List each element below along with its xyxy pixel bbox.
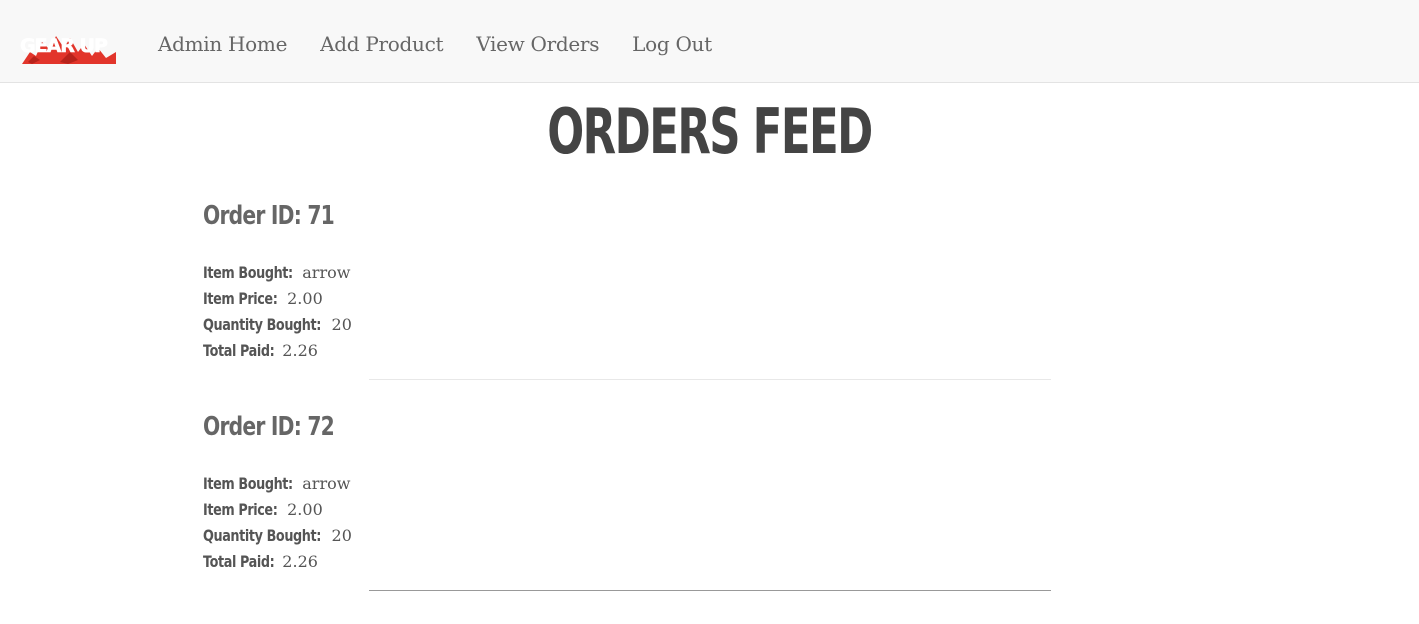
navbar: GEAR UP Admin Home Add Product View Orde…	[0, 0, 1419, 83]
item-price-row: Item Price: 2.00	[203, 497, 352, 523]
brand-logo[interactable]: GEAR UP	[20, 22, 120, 66]
item-bought-label: Item Bought:	[203, 474, 293, 493]
logo-lettering: GEAR UP	[20, 35, 108, 57]
quantity-bought-value: 20	[326, 526, 352, 545]
nav-link-admin-home[interactable]: Admin Home	[158, 30, 287, 58]
item-price-label: Item Price:	[203, 500, 278, 519]
nav-link-log-out[interactable]: Log Out	[632, 30, 712, 58]
nav-links: Admin Home Add Product View Orders Log O…	[158, 30, 745, 58]
total-paid-label: Total Paid:	[203, 341, 275, 360]
total-paid-row: Total Paid: 2.26	[203, 549, 352, 575]
total-paid-row: Total Paid: 2.26	[203, 338, 352, 364]
order-details: Item Bought: arrow Item Price: 2.00 Quan…	[203, 471, 352, 575]
order-divider	[369, 590, 1051, 591]
item-price-row: Item Price: 2.00	[203, 286, 352, 312]
order-card: Order ID: 71 Item Bought: arrow Item Pri…	[203, 198, 1053, 360]
order-details: Item Bought: arrow Item Price: 2.00 Quan…	[203, 260, 352, 364]
quantity-bought-value: 20	[326, 315, 352, 334]
total-paid-label: Total Paid:	[203, 552, 275, 571]
item-bought-row: Item Bought: arrow	[203, 260, 352, 286]
item-price-label: Item Price:	[203, 289, 278, 308]
total-paid-value: 2.26	[277, 341, 318, 360]
item-bought-row: Item Bought: arrow	[203, 471, 352, 497]
total-paid-value: 2.26	[277, 552, 318, 571]
order-id-heading: Order ID: 71	[203, 201, 335, 231]
item-bought-label: Item Bought:	[203, 263, 293, 282]
nav-link-view-orders[interactable]: View Orders	[476, 30, 599, 58]
order-card: Order ID: 72 Item Bought: arrow Item Pri…	[203, 409, 1053, 571]
quantity-bought-row: Quantity Bought: 20	[203, 312, 352, 338]
item-bought-value: arrow	[297, 474, 351, 493]
quantity-bought-label: Quantity Bought:	[203, 315, 321, 334]
item-price-value: 2.00	[282, 500, 323, 519]
nav-link-add-product[interactable]: Add Product	[320, 30, 443, 58]
quantity-bought-row: Quantity Bought: 20	[203, 523, 352, 549]
item-price-value: 2.00	[282, 289, 323, 308]
order-divider	[369, 379, 1051, 380]
item-bought-value: arrow	[297, 263, 351, 282]
quantity-bought-label: Quantity Bought:	[203, 526, 321, 545]
page-title: ORDERS FEED	[547, 95, 873, 168]
order-id-heading: Order ID: 72	[203, 412, 335, 442]
